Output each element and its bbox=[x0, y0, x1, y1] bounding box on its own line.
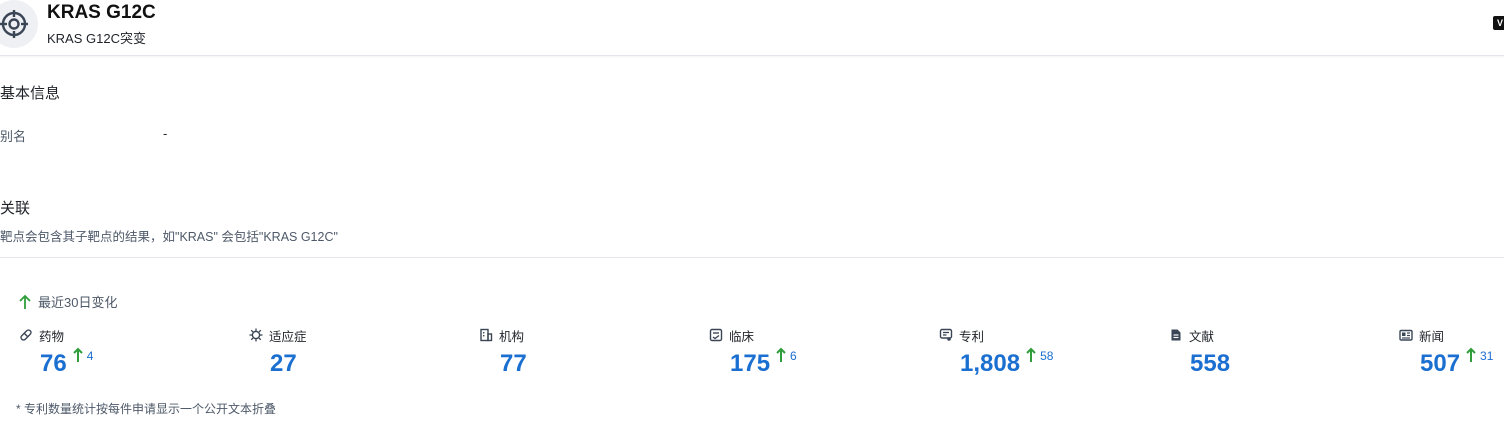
page-subtitle: KRAS G12C突变 bbox=[47, 31, 146, 46]
arrow-up-icon bbox=[776, 347, 786, 362]
arrow-up-icon bbox=[1466, 347, 1476, 362]
target-icon bbox=[0, 10, 28, 38]
stat-label: 药物 bbox=[39, 329, 65, 344]
stat-clinical: 临床 175 6 bbox=[709, 327, 797, 379]
stat-delta-value[interactable]: 4 bbox=[87, 349, 94, 363]
stat-value[interactable]: 175 bbox=[730, 349, 770, 379]
stat-news: 新闻 507 31 bbox=[1399, 327, 1493, 379]
stat-label: 机构 bbox=[499, 329, 525, 344]
page-header: KRAS G12C KRAS G12C突变 V bbox=[0, 0, 1504, 56]
stat-delta-value[interactable]: 31 bbox=[1480, 349, 1493, 363]
corner-badge[interactable]: V bbox=[1493, 16, 1504, 30]
arrow-up-icon bbox=[72, 347, 83, 362]
stat-indications: 适应症 27 bbox=[249, 327, 307, 379]
stat-delta: 6 bbox=[776, 347, 797, 363]
stat-organizations: 机构 77 bbox=[479, 327, 527, 379]
stat-delta-value[interactable]: 58 bbox=[1040, 349, 1053, 363]
stat-delta-value[interactable]: 6 bbox=[790, 349, 797, 363]
stat-label: 新闻 bbox=[1419, 329, 1445, 344]
stat-value[interactable]: 558 bbox=[1190, 349, 1230, 379]
divider bbox=[0, 257, 1504, 258]
arrow-up-icon bbox=[19, 294, 31, 309]
stat-value[interactable]: 507 bbox=[1420, 349, 1460, 379]
recent-change-row: 最近30日变化 bbox=[18, 292, 117, 311]
stat-label: 专利 bbox=[959, 329, 985, 344]
document-icon bbox=[1171, 329, 1181, 341]
alias-label: 别名 bbox=[0, 129, 27, 144]
stat-label: 临床 bbox=[729, 329, 755, 344]
stat-literature: 文献 558 bbox=[1169, 327, 1230, 379]
related-description: 靶点会包含其子靶点的结果，如"KRAS" 会包括"KRAS G12C" bbox=[0, 230, 338, 244]
alias-value: - bbox=[163, 126, 168, 141]
patent-icon bbox=[939, 328, 953, 341]
pill-icon bbox=[20, 329, 32, 341]
arrow-up-icon bbox=[1026, 347, 1036, 362]
stat-delta: 58 bbox=[1026, 347, 1053, 363]
target-logo bbox=[0, 0, 38, 48]
stat-label: 文献 bbox=[1189, 329, 1215, 344]
stat-value[interactable]: 77 bbox=[500, 349, 527, 379]
virus-icon bbox=[249, 328, 263, 342]
recent-change-label: 最近30日变化 bbox=[38, 295, 118, 310]
stat-value[interactable]: 76 bbox=[40, 349, 67, 379]
building-icon bbox=[480, 328, 493, 342]
stat-value[interactable]: 1,808 bbox=[960, 349, 1020, 379]
clipboard-icon bbox=[709, 328, 723, 342]
newspaper-icon bbox=[1399, 329, 1413, 341]
stat-value[interactable]: 27 bbox=[270, 349, 297, 379]
footnote: * 专利数量统计按每件申请显示一个公开文本折叠 bbox=[16, 402, 277, 416]
stat-label: 适应症 bbox=[269, 329, 307, 344]
stat-delta: 31 bbox=[1466, 347, 1493, 363]
stat-drugs: 药物 76 4 bbox=[19, 327, 93, 379]
page-title: KRAS G12C bbox=[47, 2, 156, 23]
related-title: 关联 bbox=[0, 200, 31, 217]
stat-delta: 4 bbox=[72, 347, 94, 363]
stat-patents: 专利 1,808 58 bbox=[939, 327, 1053, 379]
basic-info-title: 基本信息 bbox=[0, 85, 61, 102]
